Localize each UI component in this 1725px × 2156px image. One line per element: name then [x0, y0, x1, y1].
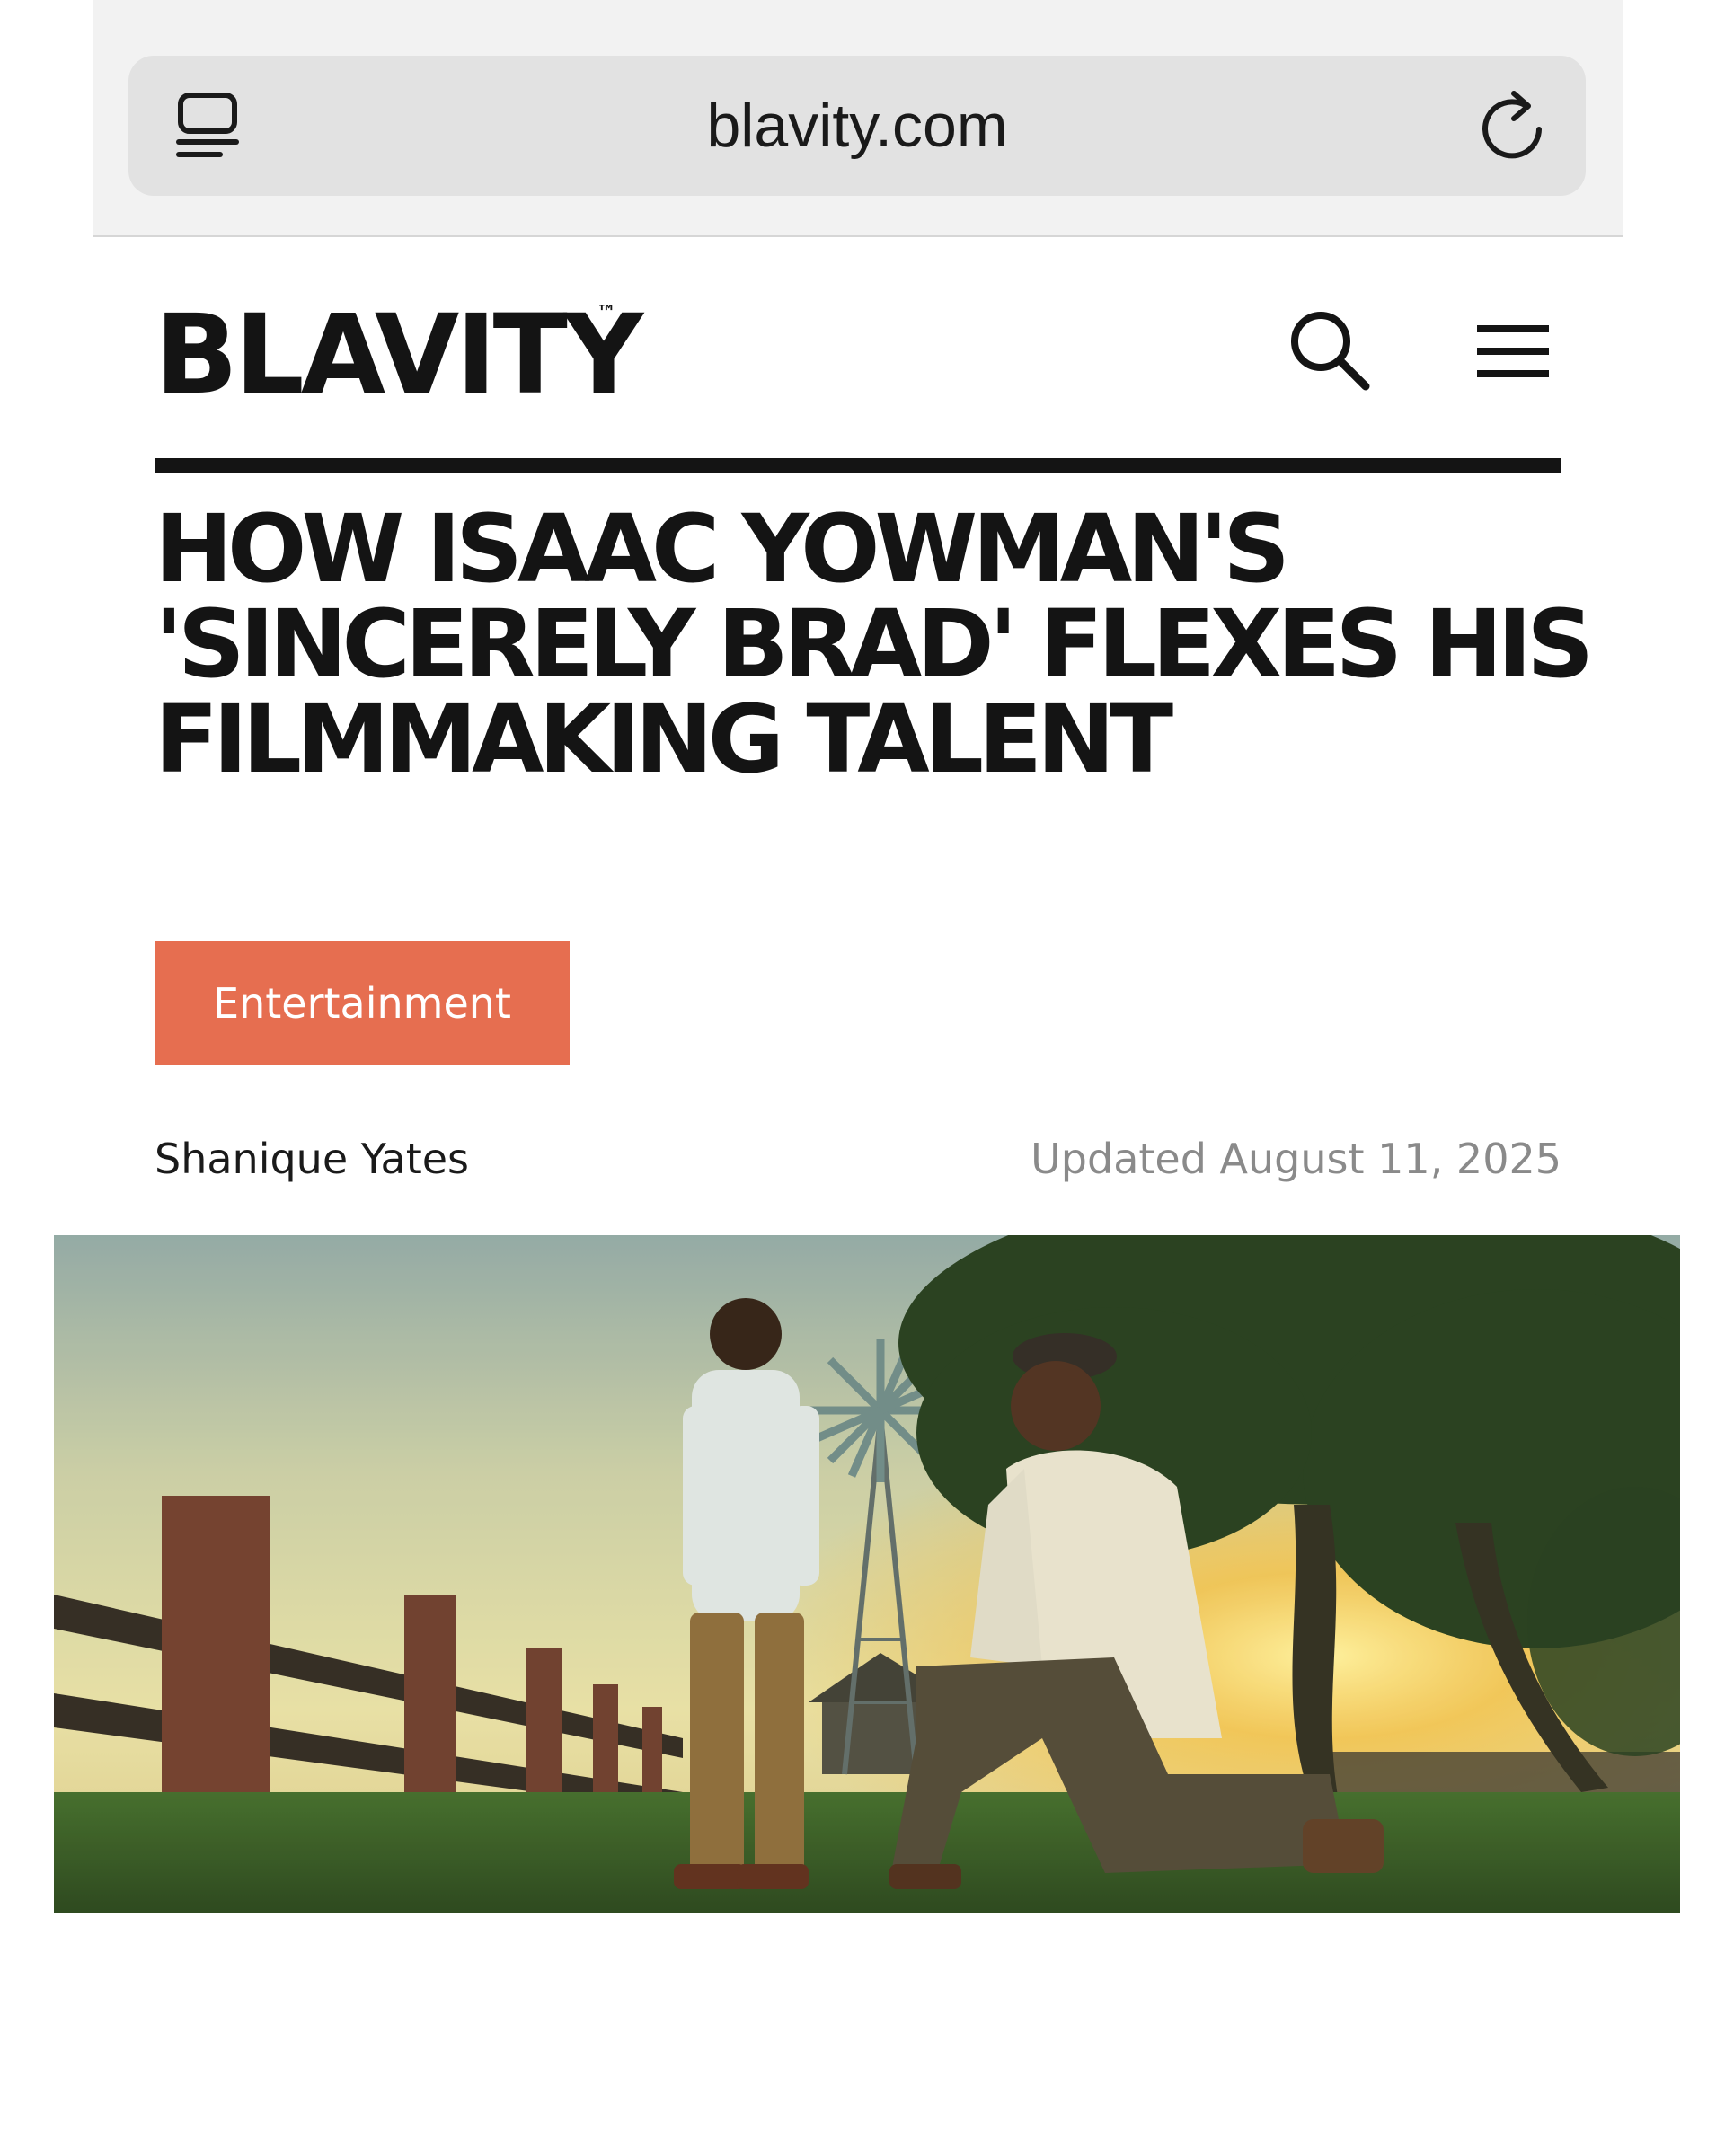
reload-icon[interactable]: [1478, 88, 1548, 163]
category-badge[interactable]: Entertainment: [155, 941, 570, 1065]
url-text[interactable]: blavity.com: [128, 92, 1586, 160]
trademark-mark: ™: [597, 302, 616, 324]
site-header: BLAVITY ™: [155, 278, 1561, 422]
hero-image: [54, 1235, 1680, 1913]
hamburger-menu-icon[interactable]: [1477, 323, 1549, 379]
updated-date: Updated August 11, 2025: [1031, 1135, 1561, 1183]
browser-chrome: blavity.com: [93, 0, 1623, 237]
header-divider: [155, 458, 1561, 473]
article-headline: HOW ISAAC YOWMAN'S 'SINCERELY BRAD' FLEX…: [155, 494, 1594, 794]
author-link[interactable]: Shanique Yates: [155, 1130, 469, 1188]
address-bar[interactable]: blavity.com: [128, 56, 1586, 196]
byline-row: Shanique Yates Updated August 11, 2025: [155, 1130, 1561, 1188]
site-logo[interactable]: BLAVITY: [155, 296, 643, 413]
search-icon[interactable]: [1287, 307, 1371, 392]
